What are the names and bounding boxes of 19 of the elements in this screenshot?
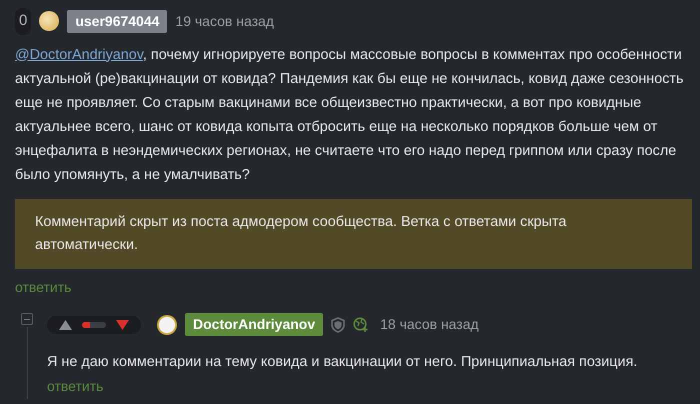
shield-icon <box>331 316 346 333</box>
comment-text: Я не даю комментарии на тему ковида и вакцинации от него. Принципиальная позиция. <box>47 353 638 372</box>
globe-plus-icon <box>353 317 368 332</box>
mention-link[interactable]: @DoctorAndriyanov <box>15 46 143 62</box>
username[interactable]: DoctorAndriyanov <box>185 313 324 336</box>
upvote-icon[interactable] <box>59 320 72 330</box>
rating-bar <box>82 322 106 328</box>
collapse-button[interactable] <box>21 313 33 326</box>
hidden-notice: Комментарий скрыт из поста адмодером сообщества. Ветка с ответами скрыта автоматически. <box>15 198 692 268</box>
avatar[interactable] <box>39 11 60 32</box>
avatar[interactable] <box>157 314 177 335</box>
timestamp: 19 часов назад <box>175 12 274 31</box>
comment-text: @DoctorAndriyanov, почему игнорируете вопросы массовые вопросы в комментах про особенности актуальной (ре)вакцинации от ковида? Пандемия как бы еще не кончилась, ковид даже сезонность еще не проявляет. Со старым вакцинами все общеизвестно практически, а вот про ковидные актуальнее всего, шанс от ковида копыта отбросить еще на несколько порядков больше чем от энцефалита в неэндемических регионах, не считаете что его надо перед гриппом или сразу после было упомянуть, а не умалчивать? <box>15 46 685 184</box>
rating-count: 0 <box>15 8 32 34</box>
reply-link[interactable]: ответить <box>15 276 72 298</box>
downvote-icon[interactable] <box>116 320 129 330</box>
timestamp: 18 часов назад <box>380 315 479 334</box>
username[interactable]: user9674044 <box>67 10 168 33</box>
reply-link[interactable]: ответить <box>47 376 104 398</box>
